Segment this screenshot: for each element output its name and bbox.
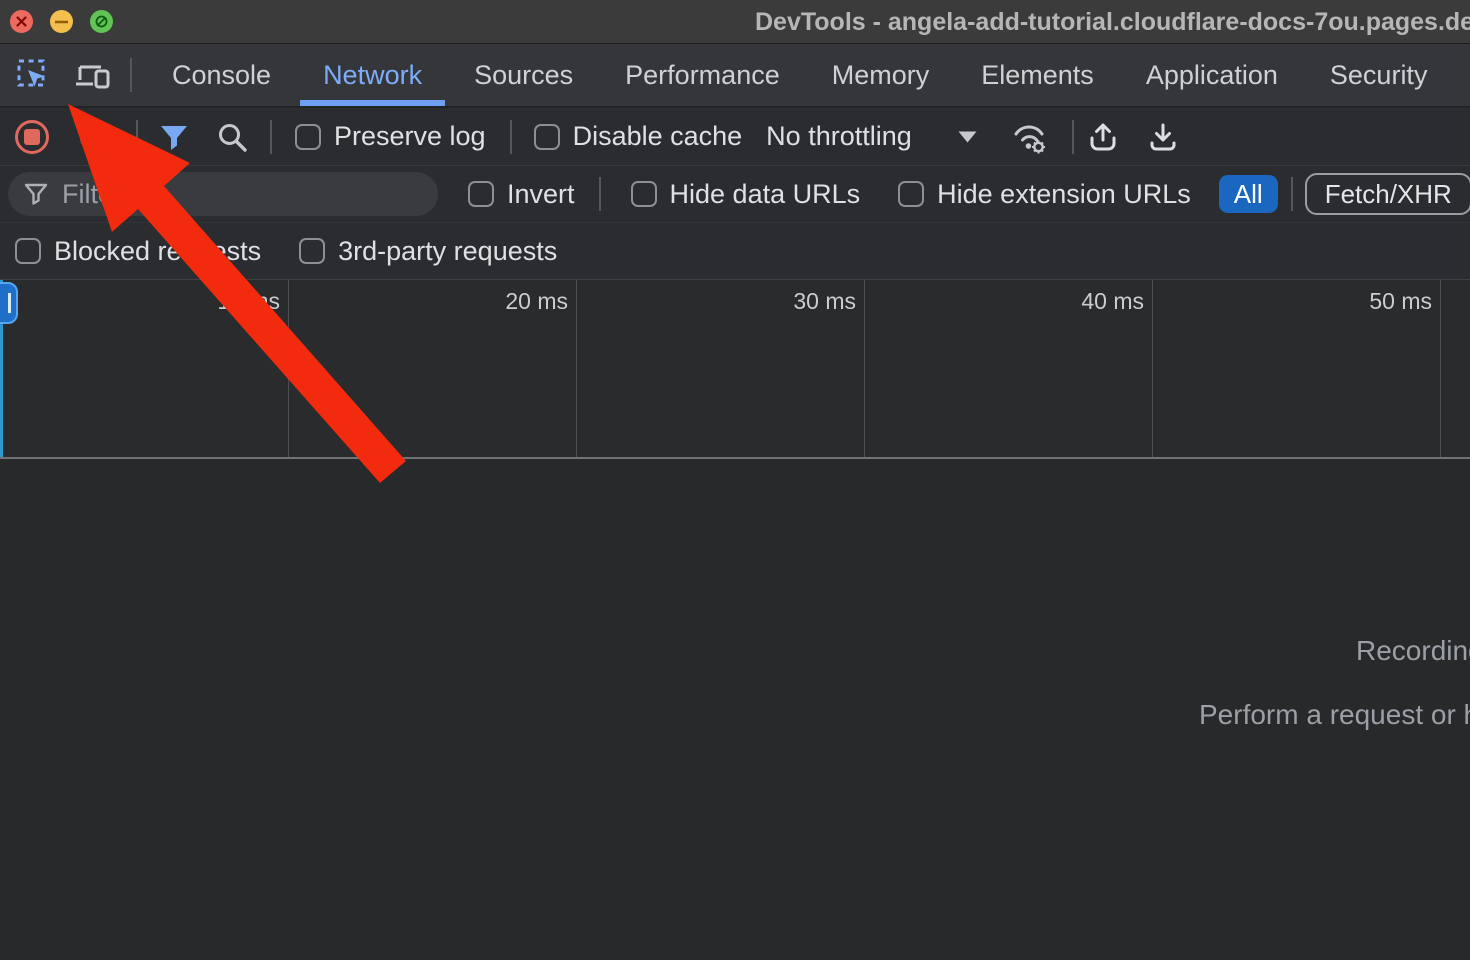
- wifi-gear-icon[interactable]: [1010, 114, 1050, 160]
- tab-elements[interactable]: Elements: [955, 44, 1120, 106]
- filterbar-separator: [599, 177, 601, 211]
- upload-icon[interactable]: [1086, 114, 1120, 160]
- disable-cache-checkbox[interactable]: [534, 124, 560, 150]
- timeline-tick-label: 50 ms: [1320, 288, 1432, 315]
- timeline-tick-label: 40 ms: [1032, 288, 1144, 315]
- network-optionsbar: Blocked requests 3rd-party requests: [0, 223, 1470, 279]
- download-icon[interactable]: [1146, 114, 1180, 160]
- network-filterbar: Invert Hide data URLs Hide extension URL…: [0, 166, 1470, 223]
- traffic-lights: [10, 10, 113, 33]
- disable-cache-label: Disable cache: [573, 121, 743, 152]
- window-title: DevTools - angela-add-tutorial.cloudflar…: [755, 0, 1470, 44]
- inspect-element-button[interactable]: [10, 52, 56, 98]
- inspect-cursor-icon: [16, 58, 50, 92]
- hide-extension-urls-toggle[interactable]: Hide extension URLs: [898, 179, 1191, 210]
- device-toolbar-button[interactable]: [70, 52, 116, 98]
- tab-application[interactable]: Application: [1120, 44, 1304, 106]
- overview-drag-handle[interactable]: [0, 282, 18, 324]
- blocked-requests-toggle[interactable]: Blocked requests: [15, 236, 261, 267]
- hide-data-urls-toggle[interactable]: Hide data URLs: [631, 179, 861, 210]
- empty-state-hint-text: Perform a request or hit ⌘R to record th…: [1199, 698, 1470, 731]
- timeline-gridline: [576, 280, 577, 457]
- tab-sources[interactable]: Sources: [448, 44, 599, 106]
- timeline-gridline: [288, 280, 289, 457]
- blocked-requests-label: Blocked requests: [54, 236, 261, 267]
- timeline-tick-label: 10 ms: [168, 288, 280, 315]
- hide-data-urls-label: Hide data URLs: [670, 179, 861, 210]
- tab-performance[interactable]: Performance: [599, 44, 806, 106]
- search-icon[interactable]: [216, 114, 248, 160]
- tab-security[interactable]: Security: [1304, 44, 1454, 106]
- zoom-window-icon[interactable]: [90, 10, 113, 33]
- blocked-requests-checkbox[interactable]: [15, 238, 41, 264]
- filterbar-separator: [1291, 177, 1293, 211]
- timeline-gridline: [864, 280, 865, 457]
- empty-state-recording-text: Recording network activity…: [1356, 635, 1470, 667]
- preserve-log-toggle[interactable]: Preserve log: [295, 121, 486, 152]
- requests-empty-area: Recording network activity… Perform a re…: [0, 459, 1470, 957]
- invert-checkbox[interactable]: [468, 181, 494, 207]
- toolbar-separator: [1072, 120, 1074, 154]
- devtools-window: DevTools - angela-add-tutorial.cloudflar…: [0, 0, 1470, 960]
- filter-field[interactable]: [8, 172, 438, 216]
- third-party-requests-label: 3rd-party requests: [338, 236, 557, 267]
- invert-label: Invert: [507, 179, 575, 210]
- devtools-tabbar: Console Network Sources Performance Memo…: [0, 44, 1470, 108]
- filter-funnel-outline-icon: [24, 182, 48, 206]
- hide-extension-urls-label: Hide extension URLs: [937, 179, 1191, 210]
- network-overview-timeline[interactable]: 10 ms 20 ms 30 ms 40 ms 50 ms: [0, 279, 1470, 459]
- panel-tabs: Console Network Sources Performance Memo…: [146, 44, 1453, 106]
- preserve-log-checkbox[interactable]: [295, 124, 321, 150]
- filter-input[interactable]: [62, 179, 422, 210]
- record-stop-icon[interactable]: [15, 120, 49, 154]
- filter-funnel-icon[interactable]: [158, 114, 190, 160]
- timeline-gridline: [1440, 280, 1441, 457]
- request-type-fetch-xhr-button[interactable]: Fetch/XHR: [1305, 173, 1470, 215]
- timeline-tick-label: 30 ms: [744, 288, 856, 315]
- toolbar-separator: [136, 120, 138, 154]
- network-toolbar: Preserve log Disable cache No throttling: [0, 108, 1470, 166]
- minimize-window-icon[interactable]: [50, 10, 73, 33]
- tab-console[interactable]: Console: [146, 44, 297, 106]
- toolbar-separator: [270, 120, 272, 154]
- timeline-gridline: [1152, 280, 1153, 457]
- tab-memory[interactable]: Memory: [806, 44, 956, 106]
- close-window-icon[interactable]: [10, 10, 33, 33]
- request-type-all-button[interactable]: All: [1219, 175, 1278, 213]
- third-party-requests-toggle[interactable]: 3rd-party requests: [299, 236, 557, 267]
- toolbar-separator: [510, 120, 512, 154]
- window-titlebar: DevTools - angela-add-tutorial.cloudflar…: [0, 0, 1470, 44]
- third-party-requests-checkbox[interactable]: [299, 238, 325, 264]
- tabbar-separator: [130, 58, 132, 92]
- preserve-log-label: Preserve log: [334, 121, 486, 152]
- hide-data-urls-checkbox[interactable]: [631, 181, 657, 207]
- throttling-select[interactable]: No throttling: [766, 121, 912, 152]
- invert-toggle[interactable]: Invert: [468, 179, 575, 210]
- clear-circle-slash-icon[interactable]: [80, 122, 110, 152]
- tab-network[interactable]: Network: [297, 44, 448, 106]
- hide-extension-urls-checkbox[interactable]: [898, 181, 924, 207]
- device-toolbar-icon: [74, 59, 112, 91]
- disable-cache-toggle[interactable]: Disable cache: [534, 121, 743, 152]
- timeline-tick-label: 20 ms: [456, 288, 568, 315]
- chevron-down-icon: [958, 114, 978, 160]
